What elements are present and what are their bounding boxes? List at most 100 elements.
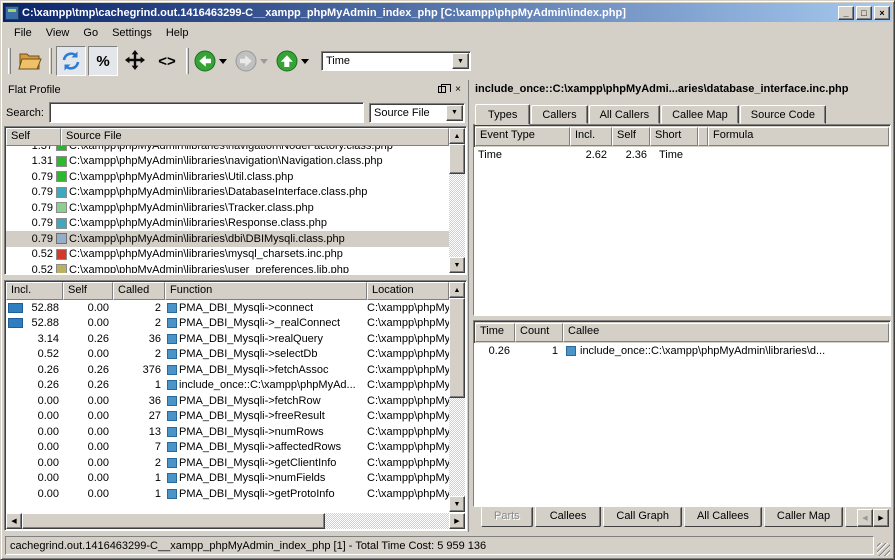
scrollbar-track[interactable] (449, 398, 465, 496)
function-row[interactable]: 0.26 0.26 376 PMA_DBI_Mysqli->fetchAssoc… (6, 362, 449, 378)
source-file-row[interactable]: 0.52 C:\xampp\phpMyAdmin\libraries\user_… (6, 262, 449, 273)
up-dropdown-icon[interactable] (301, 59, 309, 64)
bottom-tab[interactable]: Machine (845, 507, 857, 527)
scrollbar-thumb[interactable] (22, 513, 325, 529)
source-file-row[interactable]: 1.37 C:\xampp\phpMyAdmin\libraries\navig… (6, 146, 449, 154)
source-file-row[interactable]: 0.79 C:\xampp\phpMyAdmin\libraries\Track… (6, 200, 449, 216)
column-header-event-type[interactable]: Event Type (475, 127, 570, 146)
detail-tab[interactable]: Callers (531, 105, 587, 124)
function-row[interactable]: 0.00 0.00 7 PMA_DBI_Mysqli->affectedRows… (6, 440, 449, 456)
function-row[interactable]: 0.26 0.26 1 include_once::C:\xampp\phpMy… (6, 378, 449, 394)
scroll-right-icon[interactable]: ▶ (449, 513, 465, 529)
bottom-tab[interactable]: Callees (535, 507, 602, 527)
column-header-time[interactable]: Time (475, 323, 515, 342)
callee-row[interactable]: 0.26 1 include_once::C:\xampp\phpMyAdmin… (474, 343, 890, 359)
column-header-source-file[interactable]: Source File (61, 128, 449, 146)
shorten-templates-button[interactable]: <> (152, 46, 182, 76)
column-header-count[interactable]: Count (515, 323, 563, 342)
source-file-row[interactable]: 0.79 C:\xampp\phpMyAdmin\libraries\dbi\D… (6, 231, 449, 247)
resize-grip[interactable] (877, 543, 890, 556)
column-header-called[interactable]: Called (113, 282, 165, 300)
scroll-left-icon[interactable]: ◀ (6, 513, 22, 529)
function-table-hscrollbar[interactable]: ◀ ▶ (6, 513, 465, 529)
maximize-button[interactable]: □ (856, 6, 872, 20)
dock-title-bar[interactable]: Flat Profile × (4, 80, 467, 99)
scrollbar-thumb[interactable] (449, 298, 465, 398)
column-header-short[interactable]: Short (650, 127, 698, 146)
function-row[interactable]: 0.00 0.00 36 PMA_DBI_Mysqli->fetchRow C:… (6, 393, 449, 409)
function-row[interactable]: 0.52 0.00 2 PMA_DBI_Mysqli->selectDb C:\… (6, 347, 449, 363)
function-table-scrollbar[interactable]: ▲ ▼ (449, 282, 465, 512)
reload-button[interactable] (56, 46, 86, 76)
file-list-scrollbar[interactable]: ▲ ▼ (449, 128, 465, 273)
bottom-tab[interactable]: Caller Map (764, 507, 843, 527)
open-file-button[interactable] (15, 46, 45, 76)
detail-tab[interactable]: Source Code (740, 105, 826, 124)
menu-item[interactable]: Help (159, 25, 196, 41)
function-row[interactable]: 0.00 0.00 2 PMA_DBI_Mysqli->getClientInf… (6, 455, 449, 471)
dock-float-button[interactable] (435, 83, 449, 96)
event-type-combobox[interactable]: Time ▼ (321, 51, 471, 71)
self-cost-value: 0.79 (6, 186, 56, 198)
source-file-row[interactable]: 1.31 C:\xampp\phpMyAdmin\libraries\navig… (6, 154, 449, 170)
function-row[interactable]: 0.00 0.00 13 PMA_DBI_Mysqli->numRows C:\… (6, 424, 449, 440)
back-button[interactable] (194, 50, 216, 72)
forward-button[interactable] (235, 50, 257, 72)
close-button[interactable]: × (874, 6, 890, 20)
source-file-row[interactable]: 0.79 C:\xampp\phpMyAdmin\libraries\Respo… (6, 216, 449, 232)
bottom-tab[interactable]: Call Graph (603, 507, 682, 527)
relative-cost-button[interactable] (120, 46, 150, 76)
combo-dropdown-icon[interactable]: ▼ (452, 53, 469, 69)
tab-scroll-right-icon[interactable]: ▶ (873, 509, 889, 527)
back-dropdown-icon[interactable] (219, 59, 227, 64)
bottom-tab[interactable]: Parts (481, 507, 533, 527)
combo-dropdown-icon[interactable]: ▼ (446, 105, 463, 121)
column-header-incl[interactable]: Incl. (570, 127, 612, 146)
function-row[interactable]: 0.00 0.00 1 PMA_DBI_Mysqli->getProtoInfo… (6, 486, 449, 502)
menu-item[interactable]: File (7, 25, 39, 41)
source-file-row[interactable]: 0.79 C:\xampp\phpMyAdmin\libraries\Util.… (6, 169, 449, 185)
function-row[interactable]: 0.00 0.00 1 PMA_DBI_Mysqli->numFields C:… (6, 471, 449, 487)
scrollbar-thumb[interactable] (449, 144, 465, 174)
tab-scroll-left-icon[interactable]: ◀ (857, 509, 873, 527)
detail-tab[interactable]: Callee Map (661, 105, 739, 124)
detail-tab[interactable]: Types (475, 104, 530, 125)
scroll-up-icon[interactable]: ▲ (449, 128, 465, 144)
menu-item[interactable]: View (39, 25, 77, 41)
bottom-tab[interactable]: All Callees (684, 507, 762, 527)
minimize-button[interactable]: _ (838, 6, 854, 20)
column-header-self[interactable]: Self (612, 127, 650, 146)
scroll-up-icon[interactable]: ▲ (449, 282, 465, 298)
column-header-callee[interactable]: Callee (563, 323, 889, 342)
scroll-down-icon[interactable]: ▼ (449, 257, 465, 273)
source-file-path: C:\xampp\phpMyAdmin\libraries\Response.c… (69, 217, 327, 229)
column-header-self[interactable]: Self (63, 282, 113, 300)
function-row[interactable]: 3.14 0.26 36 PMA_DBI_Mysqli->realQuery C… (6, 331, 449, 347)
menu-item[interactable]: Go (76, 25, 105, 41)
grouping-combobox[interactable]: Source File ▼ (369, 103, 465, 123)
menu-item[interactable]: Settings (105, 25, 159, 41)
search-input[interactable] (50, 103, 363, 122)
source-file-row[interactable]: 0.52 C:\xampp\phpMyAdmin\libraries\mysql… (6, 247, 449, 263)
cost-color-swatch (57, 172, 66, 181)
scrollbar-track[interactable] (325, 513, 449, 529)
function-row[interactable]: 52.88 0.00 2 PMA_DBI_Mysqli->connect C:\… (6, 300, 449, 316)
function-row[interactable]: 52.88 0.00 2 PMA_DBI_Mysqli->_realConnec… (6, 316, 449, 332)
function-row[interactable]: 0.00 0.00 27 PMA_DBI_Mysqli->freeResult … (6, 409, 449, 425)
event-type-row[interactable]: Time 2.62 2.36 Time (474, 147, 890, 163)
column-header-function[interactable]: Function (165, 282, 367, 300)
percent-toggle-button[interactable]: % (88, 46, 118, 76)
detail-tab[interactable]: All Callers (589, 105, 661, 124)
up-button[interactable] (276, 50, 298, 72)
scroll-down-icon[interactable]: ▼ (449, 496, 465, 512)
column-header-incl[interactable]: Incl. (6, 282, 63, 300)
column-header-formula[interactable]: Formula (708, 127, 889, 146)
column-header-location[interactable]: Location (367, 282, 449, 300)
dock-close-button[interactable]: × (451, 83, 465, 96)
column-header-self[interactable]: Self (6, 128, 61, 146)
toolbar-handle[interactable] (8, 48, 11, 74)
title-bar[interactable]: C:\xampp\tmp\cachegrind.out.1416463299-C… (3, 3, 892, 22)
scrollbar-track[interactable] (449, 174, 465, 257)
source-file-row[interactable]: 0.79 C:\xampp\phpMyAdmin\libraries\Datab… (6, 185, 449, 201)
forward-dropdown-icon[interactable] (260, 59, 268, 64)
